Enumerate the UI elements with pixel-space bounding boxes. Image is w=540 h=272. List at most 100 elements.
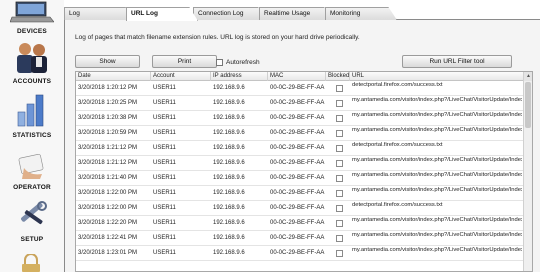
blocked-checkbox[interactable]	[335, 145, 343, 152]
cell-blocked	[326, 111, 350, 126]
blocked-checkbox[interactable]	[335, 85, 343, 92]
cell-url: my.antamedia.com/visitor/index.php?/Live…	[352, 126, 522, 133]
cell-mac: 00-0C-29-BE-FF-AA	[270, 205, 325, 211]
cell-blocked	[326, 186, 350, 201]
cell-account: USER11	[153, 100, 176, 106]
cell-blocked	[326, 141, 350, 156]
cell-blocked	[326, 126, 350, 141]
cell-url: my.antamedia.com/visitor/index.php?/Live…	[352, 216, 522, 223]
table-row[interactable]: 3/20/2018 1:22:00 PM USER11 192.168.9.6 00-…	[76, 201, 524, 216]
cell-url: my.antamedia.com/visitor/index.php?/Live…	[352, 231, 522, 238]
sidebar-item-label: ACCOUNTS	[12, 78, 52, 85]
cell-mac: 00-0C-29-BE-FF-AA	[270, 115, 325, 121]
cell-date: 3/20/2018 1:22:41 PM	[78, 235, 138, 241]
sidebar: DEVICES ACCOUNTS STATISTICS OPERATOR SET…	[0, 0, 64, 272]
cell-mac: 00-0C-29-BE-FF-AA	[270, 220, 325, 226]
blocked-checkbox[interactable]	[335, 115, 343, 122]
show-button[interactable]: Show	[75, 55, 140, 68]
bar-chart-icon	[0, 92, 64, 130]
tab-connection-log[interactable]: Connection Log	[193, 7, 267, 20]
cell-ip: 192.168.9.6	[213, 145, 245, 151]
cell-account: USER11	[153, 220, 176, 226]
cell-blocked	[326, 171, 350, 186]
cell-url: detectportal.firefox.com/success.txt	[352, 81, 443, 88]
blocked-checkbox[interactable]	[335, 130, 343, 137]
sidebar-item-label: DEVICES	[17, 28, 47, 35]
cell-url: my.antamedia.com/visitor/index.php?/Live…	[352, 96, 522, 103]
blocked-checkbox[interactable]	[335, 175, 343, 182]
cell-url: detectportal.firefox.com/success.txt	[352, 201, 443, 208]
cell-mac: 00-0C-29-BE-FF-AA	[270, 130, 325, 136]
checkbox-box[interactable]	[216, 59, 223, 66]
column-header-blocked[interactable]: Blocked	[326, 72, 350, 81]
cell-account: USER11	[153, 190, 176, 196]
column-header-date[interactable]: Date	[76, 72, 151, 81]
column-header-mac[interactable]: MAC	[268, 72, 326, 81]
cell-url: my.antamedia.com/visitor/index.php?/Live…	[352, 111, 522, 118]
table-row[interactable]: 3/20/2018 1:21:12 PM USER11 192.168.9.6 00-…	[76, 156, 524, 171]
scroll-up-icon[interactable]: ▲	[524, 72, 532, 81]
table-row[interactable]: 3/20/2018 1:22:41 PM USER11 192.168.9.6 00-…	[76, 231, 524, 246]
cell-blocked	[326, 96, 350, 111]
sidebar-item-devices[interactable]: DEVICES	[0, 0, 64, 35]
sidebar-item-operator[interactable]: OPERATOR	[0, 152, 64, 191]
cell-mac: 00-0C-29-BE-FF-AA	[270, 145, 325, 151]
blocked-checkbox[interactable]	[335, 190, 343, 197]
blocked-checkbox[interactable]	[335, 100, 343, 107]
vertical-scrollbar[interactable]: ▲	[523, 72, 532, 271]
cell-ip: 192.168.9.6	[213, 100, 245, 106]
cell-blocked	[326, 231, 350, 246]
table-row[interactable]: 3/20/2018 1:22:20 PM USER11 192.168.9.6 00-…	[76, 216, 524, 231]
blocked-checkbox[interactable]	[335, 235, 343, 242]
table-row[interactable]: 3/20/2018 1:21:12 PM USER11 192.168.9.6 00-…	[76, 141, 524, 156]
cell-blocked	[326, 81, 350, 96]
column-header-account[interactable]: Account	[151, 72, 211, 81]
scroll-thumb[interactable]	[525, 82, 531, 128]
table-row[interactable]: 3/20/2018 1:22:00 PM USER11 192.168.9.6 00-…	[76, 186, 524, 201]
table-row[interactable]: 3/20/2018 1:23:01 PM USER11 192.168.9.6 00-…	[76, 246, 524, 261]
tab-label: Connection Log	[198, 10, 244, 17]
sidebar-item-accounts[interactable]: ACCOUNTS	[0, 40, 64, 85]
table-row[interactable]: 3/20/2018 1:20:38 PM USER11 192.168.9.6 00-…	[76, 111, 524, 126]
sidebar-item-label: STATISTICS	[12, 132, 52, 139]
sidebar-item-setup[interactable]: SETUP	[0, 200, 64, 243]
cell-url: my.antamedia.com/visitor/index.php?/Live…	[352, 156, 522, 163]
cell-date: 3/20/2018 1:20:25 PM	[78, 100, 138, 106]
table-row[interactable]: 3/20/2018 1:20:12 PM USER11 192.168.9.6 00-…	[76, 81, 524, 96]
tab-log[interactable]: Log	[64, 7, 134, 20]
table-row[interactable]: 3/20/2018 1:20:59 PM USER11 192.168.9.6 00-…	[76, 126, 524, 141]
print-button[interactable]: Print	[152, 55, 217, 68]
cell-ip: 192.168.9.6	[213, 235, 245, 241]
column-header-url[interactable]: URL	[350, 72, 524, 81]
autorefresh-checkbox[interactable]: Autorefresh	[216, 59, 260, 66]
table-row[interactable]: 3/20/2018 1:21:40 PM USER11 192.168.9.6 00-…	[76, 171, 524, 186]
tab-url-log[interactable]: URL Log	[126, 7, 198, 21]
sidebar-item-statistics[interactable]: STATISTICS	[0, 92, 64, 139]
tab-realtime-usage[interactable]: Realtime Usage	[259, 7, 333, 20]
sidebar-item-label: OPERATOR	[13, 184, 51, 191]
blocked-checkbox[interactable]	[335, 220, 343, 227]
cell-account: USER11	[153, 235, 176, 241]
cell-blocked	[326, 216, 350, 231]
blocked-checkbox[interactable]	[335, 250, 343, 257]
cell-date: 3/20/2018 1:20:12 PM	[78, 85, 138, 91]
cell-ip: 192.168.9.6	[213, 175, 245, 181]
blocked-checkbox[interactable]	[335, 205, 343, 212]
tab-monitoring[interactable]: Monitoring	[325, 7, 397, 20]
run-url-filter-button[interactable]: Run URL Filter tool	[402, 55, 512, 68]
cell-date: 3/20/2018 1:20:38 PM	[78, 115, 138, 121]
tab-label: Monitoring	[330, 10, 361, 17]
cell-ip: 192.168.9.6	[213, 130, 245, 136]
column-header-ip[interactable]: IP address	[211, 72, 268, 81]
cell-mac: 00-0C-29-BE-FF-AA	[270, 250, 325, 256]
cell-mac: 00-0C-29-BE-FF-AA	[270, 190, 325, 196]
tab-bar: Log URL Log Connection Log Realtime Usag…	[64, 6, 540, 21]
tab-label: Realtime Usage	[264, 10, 311, 17]
table-header: Date Account IP address MAC Blocked URL	[76, 72, 524, 81]
table-row[interactable]: 3/20/2018 1:20:25 PM USER11 192.168.9.6 00-…	[76, 96, 524, 111]
blocked-checkbox[interactable]	[335, 160, 343, 167]
cell-date: 3/20/2018 1:22:20 PM	[78, 220, 138, 226]
cell-mac: 00-0C-29-BE-FF-AA	[270, 85, 325, 91]
url-log-pane: Log of pages that match filename extensi…	[64, 20, 540, 272]
cell-mac: 00-0C-29-BE-FF-AA	[270, 100, 325, 106]
